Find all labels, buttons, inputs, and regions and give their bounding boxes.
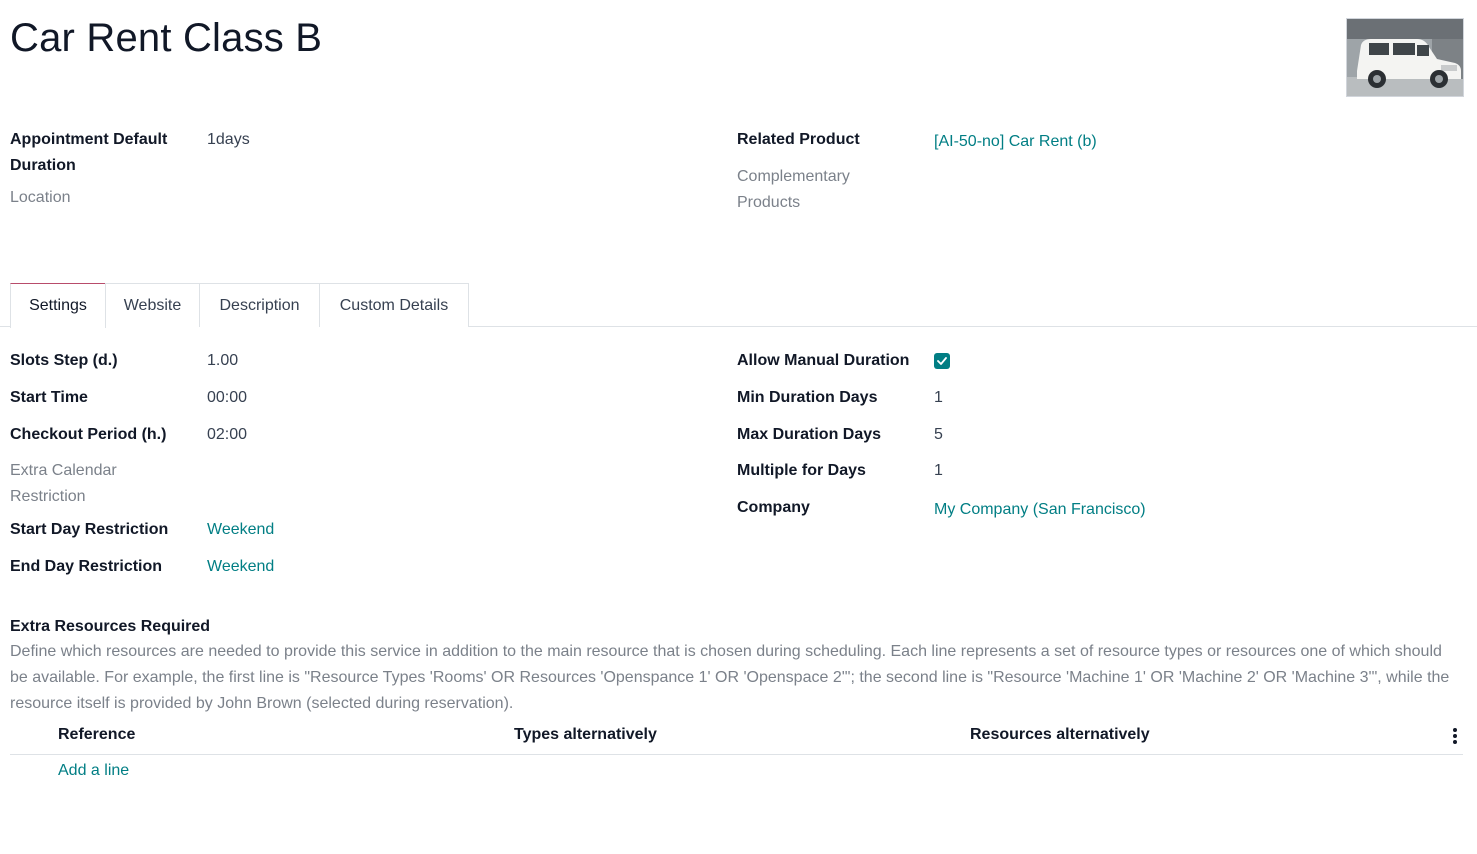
start-day-restriction-label: Start Day Restriction xyxy=(10,521,169,538)
extra-calendar-restriction-field[interactable] xyxy=(207,458,687,484)
checkout-period-value[interactable]: 02:00 xyxy=(207,422,247,448)
duration-label-line2: Duration xyxy=(10,157,76,174)
max-duration-days-label: Max Duration Days xyxy=(737,426,882,443)
company-label: Company xyxy=(737,499,810,516)
extra-resources-help: Define which resources are needed to pro… xyxy=(10,643,1450,712)
duration-value[interactable]: 1days xyxy=(207,127,250,153)
appointment-form: Car Rent Class B Appointment Default Dur… xyxy=(0,0,1477,854)
column-types-alternatively[interactable]: Types alternatively xyxy=(514,724,657,746)
check-icon xyxy=(937,357,947,365)
tab-settings[interactable]: Settings xyxy=(10,283,106,328)
tab-description[interactable]: Description xyxy=(199,283,320,327)
notebook-tabs: Settings Website Description Custom Deta… xyxy=(0,283,1477,328)
allow-manual-duration-label: Allow Manual Duration xyxy=(737,352,910,369)
checkout-period-label: Checkout Period (h.) xyxy=(10,426,167,443)
record-image[interactable] xyxy=(1346,18,1464,97)
slots-step-value[interactable]: 1.00 xyxy=(207,348,238,374)
end-day-restriction-value[interactable]: Weekend xyxy=(207,554,274,580)
resources-table-header: Reference Types alternatively Resources … xyxy=(10,720,1463,755)
location-field[interactable] xyxy=(207,185,687,211)
duration-label: Appointment Default Duration xyxy=(10,127,167,179)
related-product-link[interactable]: [AI-50-no] Car Rent (b) xyxy=(934,129,1097,155)
related-product-label: Related Product xyxy=(737,131,860,148)
column-resources-alternatively[interactable]: Resources alternatively xyxy=(970,724,1150,746)
start-time-label: Start Time xyxy=(10,389,88,406)
min-duration-days-label: Min Duration Days xyxy=(737,389,878,406)
multiple-for-days-label: Multiple for Days xyxy=(737,462,866,479)
record-title: Car Rent Class B xyxy=(10,16,323,60)
car-image-icon xyxy=(1347,19,1463,96)
allow-manual-duration-checkbox[interactable] xyxy=(934,353,950,369)
optional-columns-icon[interactable] xyxy=(1453,728,1457,744)
slots-step-label: Slots Step (d.) xyxy=(10,352,118,369)
extra-resources-title: Extra Resources Required xyxy=(10,618,211,635)
tab-custom-details[interactable]: Custom Details xyxy=(319,283,469,327)
extra-calendar-line2: Restriction xyxy=(10,488,86,505)
multiple-for-days-value[interactable]: 1 xyxy=(934,458,943,484)
company-link[interactable]: My Company (San Francisco) xyxy=(934,497,1146,523)
max-duration-days-value[interactable]: 5 xyxy=(934,422,943,448)
complementary-label-line1: Complementary xyxy=(737,168,850,185)
min-duration-days-value[interactable]: 1 xyxy=(934,385,943,411)
column-reference[interactable]: Reference xyxy=(58,724,135,746)
extra-calendar-line1: Extra Calendar xyxy=(10,462,117,479)
complementary-label-line2: Products xyxy=(737,194,801,211)
location-label: Location xyxy=(10,189,71,206)
add-a-line-link[interactable]: Add a line xyxy=(58,759,129,783)
extra-calendar-restriction-label: Extra Calendar Restriction xyxy=(10,458,117,510)
start-time-value[interactable]: 00:00 xyxy=(207,385,247,411)
tab-website[interactable]: Website xyxy=(105,283,200,327)
start-day-restriction-value[interactable]: Weekend xyxy=(207,517,274,543)
end-day-restriction-label: End Day Restriction xyxy=(10,558,163,575)
duration-label-line1: Appointment Default xyxy=(10,131,168,148)
complementary-products-field[interactable] xyxy=(934,164,1434,190)
complementary-products-label: Complementary Products xyxy=(737,164,850,216)
